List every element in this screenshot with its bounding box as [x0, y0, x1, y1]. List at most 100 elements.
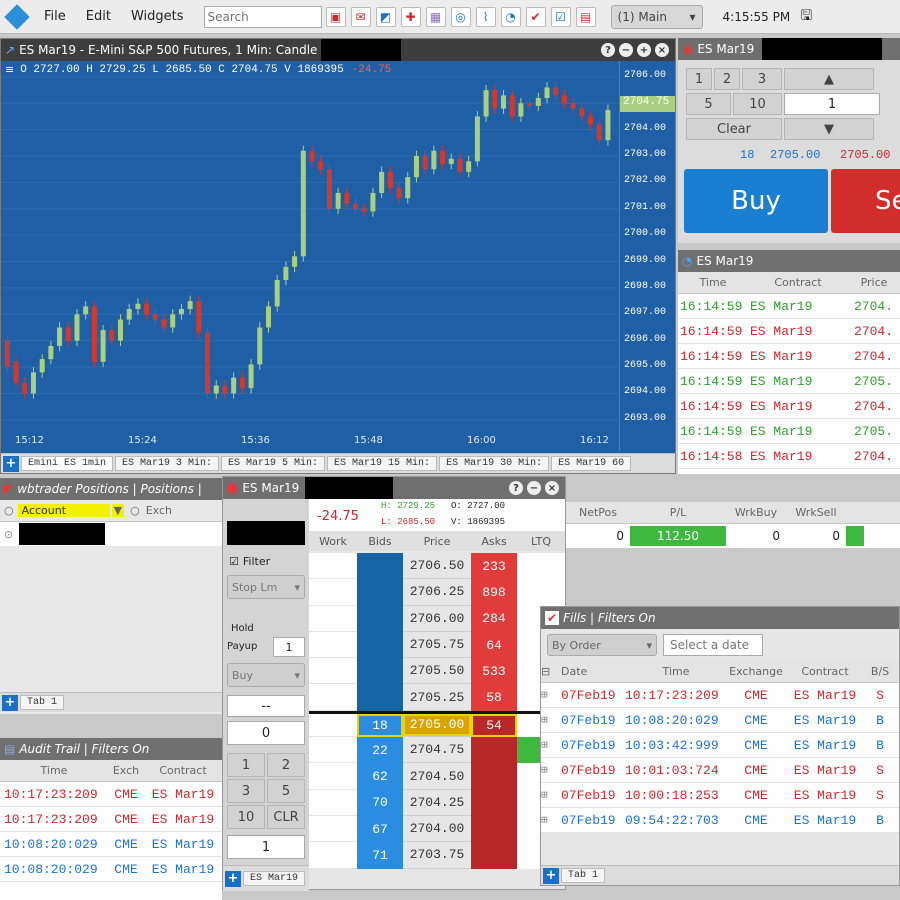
- work-cell[interactable]: [309, 713, 357, 738]
- work-cell[interactable]: [309, 553, 357, 580]
- qty-key-1[interactable]: 1: [686, 68, 712, 90]
- mail-widget-icon[interactable]: ✉: [350, 6, 371, 27]
- bid-cell[interactable]: [357, 658, 403, 685]
- sell-button[interactable]: Se: [831, 169, 900, 233]
- price-cell[interactable]: 2704.00: [403, 815, 471, 843]
- dom-key-clr[interactable]: CLR: [267, 805, 305, 829]
- work-cell[interactable]: [309, 658, 357, 685]
- candle[interactable]: [353, 203, 359, 209]
- candle[interactable]: [65, 327, 71, 341]
- save-icon[interactable]: 🖫: [800, 5, 812, 29]
- candle[interactable]: [39, 359, 45, 373]
- candle[interactable]: [405, 177, 411, 199]
- price-cell[interactable]: 2705.50: [403, 658, 471, 685]
- candle[interactable]: [361, 208, 367, 212]
- expand-all-icon[interactable]: ⊟: [541, 665, 561, 678]
- candle[interactable]: [283, 266, 289, 281]
- col-bs[interactable]: B/S: [865, 665, 895, 678]
- bid-cell[interactable]: 62: [357, 763, 403, 790]
- chart-tab[interactable]: ES Mar19 3 Min:: [115, 456, 220, 471]
- ladder-row[interactable]: 2705.25 58: [309, 684, 565, 711]
- chart-tab[interactable]: ES Mar19 30 Min:: [439, 456, 550, 471]
- col-time[interactable]: Time: [625, 665, 727, 678]
- candle[interactable]: [457, 158, 463, 172]
- candle[interactable]: [483, 90, 489, 117]
- bid-cell[interactable]: 70: [357, 789, 403, 816]
- candle[interactable]: [126, 309, 132, 320]
- ask-cell[interactable]: [471, 763, 517, 790]
- qty-key-5[interactable]: 5: [686, 93, 731, 115]
- price-cell[interactable]: 2704.25: [403, 789, 471, 816]
- candle[interactable]: [500, 95, 506, 109]
- candle[interactable]: [318, 161, 324, 170]
- candle[interactable]: [544, 87, 550, 99]
- time-sales-row[interactable]: 16:14:58 ES Mar19 2704.: [678, 444, 900, 469]
- offset-input[interactable]: 0: [227, 721, 305, 745]
- help-icon[interactable]: ?: [509, 481, 523, 495]
- ladder-row[interactable]: 2705.50 533: [309, 658, 565, 685]
- app-logo-icon[interactable]: [4, 3, 30, 30]
- ask-cell[interactable]: [471, 789, 517, 816]
- candle[interactable]: [48, 345, 54, 360]
- col-contract[interactable]: Contract: [144, 764, 222, 777]
- fill-row[interactable]: ⊞ 07Feb19 10:03:42:999 CME ES Mar19 B: [541, 733, 899, 758]
- candle[interactable]: [4, 340, 10, 368]
- bid-cell[interactable]: [357, 684, 403, 711]
- ask-cell[interactable]: 898: [471, 579, 517, 606]
- candle[interactable]: [422, 156, 428, 170]
- candle[interactable]: [379, 171, 385, 193]
- checkbox-icon[interactable]: ☑: [229, 555, 239, 568]
- ask-cell[interactable]: 233: [471, 553, 517, 580]
- candle[interactable]: [239, 377, 245, 389]
- candle[interactable]: [335, 192, 341, 209]
- col-time[interactable]: Time: [678, 276, 748, 289]
- radio-icon[interactable]: ○: [4, 504, 14, 517]
- time-sales-row[interactable]: 16:14:59 ES Mar19 2704.: [678, 319, 900, 344]
- work-cell[interactable]: [309, 737, 357, 764]
- alerts-widget-icon[interactable]: ▤: [575, 6, 596, 27]
- ladder-row[interactable]: 2706.50 233: [309, 553, 565, 580]
- candle[interactable]: [344, 192, 350, 204]
- candle[interactable]: [466, 161, 472, 172]
- bid-cell[interactable]: 22: [357, 737, 403, 764]
- candle[interactable]: [118, 319, 124, 341]
- candle[interactable]: [518, 103, 524, 117]
- price-cell[interactable]: 2704.75: [403, 737, 471, 764]
- candle[interactable]: [440, 150, 446, 164]
- dom-key-5[interactable]: 5: [267, 779, 305, 803]
- time-sales-row[interactable]: 16:14:59 ES Mar19 2704.: [678, 394, 900, 419]
- ladder-row[interactable]: 2706.25 898: [309, 579, 565, 606]
- candle[interactable]: [474, 116, 480, 162]
- ladder-row[interactable]: 2706.00 284: [309, 605, 565, 632]
- price-cell[interactable]: 2706.25: [403, 579, 471, 606]
- ladder-row[interactable]: 70 2704.25: [309, 789, 565, 816]
- add-tab-icon[interactable]: +: [3, 455, 19, 472]
- candle[interactable]: [413, 156, 419, 178]
- expand-icon[interactable]: ⊞: [541, 738, 561, 752]
- time-sales-row[interactable]: 16:14:59 ES Mar19 2705.: [678, 369, 900, 394]
- candle[interactable]: [13, 361, 19, 383]
- dom-qty-input[interactable]: 1: [227, 835, 305, 859]
- candle[interactable]: [509, 95, 515, 117]
- work-cell[interactable]: [309, 605, 357, 632]
- col-pl[interactable]: P/L: [630, 506, 726, 519]
- tab-es-mar19[interactable]: ES Mar19: [243, 871, 306, 886]
- bid-cell[interactable]: 67: [357, 815, 403, 843]
- price-ladder[interactable]: 2706.50 233 2706.25 898 2706.00 284 2705.75 64 2…: [309, 553, 565, 869]
- col-netpos[interactable]: NetPos: [566, 506, 630, 519]
- candle[interactable]: [152, 314, 158, 320]
- expand-icon[interactable]: ⊞: [541, 713, 561, 727]
- ask-cell[interactable]: 54: [471, 713, 517, 738]
- work-cell[interactable]: [309, 763, 357, 790]
- qty-down-button[interactable]: ▼: [784, 118, 874, 140]
- dom-widget-icon[interactable]: ✚: [400, 6, 421, 27]
- close-icon[interactable]: ×: [545, 481, 559, 495]
- candle[interactable]: [257, 327, 263, 365]
- price-cell[interactable]: 2705.75: [403, 631, 471, 659]
- work-cell[interactable]: [309, 815, 357, 843]
- work-cell[interactable]: [309, 579, 357, 606]
- quote-widget-icon[interactable]: ◎: [450, 6, 471, 27]
- candle[interactable]: [205, 332, 211, 394]
- col-work[interactable]: Work: [309, 535, 357, 548]
- side-select[interactable]: Buy ▾: [227, 663, 305, 687]
